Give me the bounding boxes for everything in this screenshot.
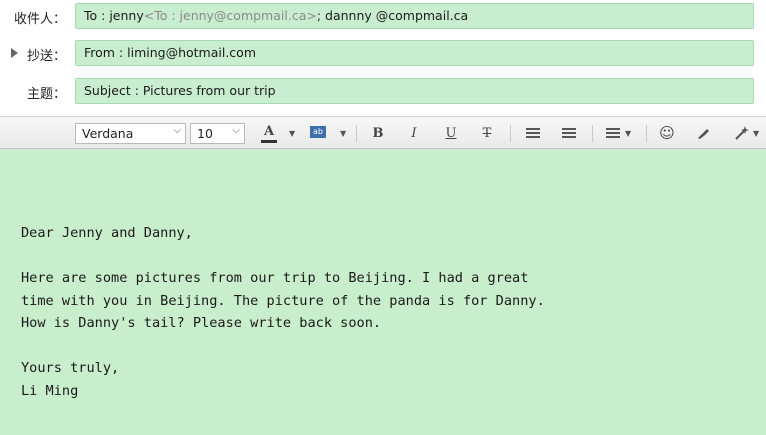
toolbar-divider — [356, 125, 357, 142]
to-dim-address: <To : jenny@compmail.ca> — [143, 8, 317, 23]
font-family-select[interactable]: Verdana ⌵ — [75, 123, 186, 144]
align-icon[interactable] — [606, 128, 620, 139]
align-dropdown-icon[interactable]: ▼ — [625, 124, 631, 143]
to-separator: ; — [316, 8, 326, 23]
font-color-button[interactable]: A — [261, 125, 277, 143]
toolbar-divider — [646, 125, 647, 142]
cc-label: 抄送： — [26, 49, 66, 64]
numbered-list-icon[interactable] — [562, 128, 576, 139]
subject-field[interactable]: Subject : Pictures from our trip — [75, 78, 754, 104]
bold-button[interactable]: B — [370, 124, 386, 143]
toolbar-divider — [592, 125, 593, 142]
bullet-list-icon[interactable] — [526, 128, 540, 139]
magic-wand-dropdown-icon[interactable]: ▼ — [753, 124, 759, 143]
cc-expand-icon[interactable] — [11, 48, 18, 58]
highlight-dropdown-icon[interactable]: ▼ — [340, 124, 346, 143]
chevron-down-icon: ⌵ — [232, 125, 240, 136]
to-label: 收件人： — [13, 12, 66, 27]
magic-wand-icon[interactable] — [734, 125, 750, 141]
body-line-2: time with you in Beijing. The picture of… — [21, 292, 545, 309]
subject-label: 主题： — [26, 87, 66, 102]
toolbar-divider — [510, 125, 511, 142]
highlight-button[interactable]: ab — [310, 126, 326, 138]
formatting-toolbar: Verdana ⌵ 10 ⌵ A ▼ ab ▼ B I U T ▼ ☺ ▼ — [0, 116, 766, 149]
stamp-icon[interactable] — [696, 126, 710, 140]
greeting-line: Dear Jenny and Danny, — [21, 225, 193, 241]
italic-button[interactable]: I — [406, 124, 422, 143]
font-color-dropdown-icon[interactable]: ▼ — [289, 124, 295, 143]
closing-line: Yours truly, — [21, 360, 120, 376]
signature-line: Li Ming — [21, 382, 79, 399]
to-field[interactable]: To : jenny<To : jenny@compmail.ca>; dann… — [75, 3, 754, 29]
body-line-1: Here are some pictures from our trip to … — [21, 270, 529, 286]
font-size-value: 10 — [197, 126, 213, 141]
to-second-address: dannny @compmail.ca — [325, 8, 469, 23]
body-line-3: How is Danny's tail? Please write back s… — [21, 315, 382, 331]
underline-button[interactable]: U — [443, 124, 459, 143]
font-family-value: Verdana — [82, 126, 134, 141]
cc-field[interactable]: From : liming@hotmail.com — [75, 40, 754, 66]
to-row: 收件人： To : jenny<To : jenny@compmail.ca>;… — [0, 3, 766, 29]
font-size-select[interactable]: 10 ⌵ — [190, 123, 245, 144]
subject-row: 主题： Subject : Pictures from our trip — [0, 78, 766, 104]
strikethrough-button[interactable]: T — [479, 124, 495, 143]
message-body-editor[interactable]: Dear Jenny and Danny, Here are some pict… — [0, 149, 766, 435]
emoji-icon[interactable]: ☺ — [659, 124, 675, 143]
to-prefix: To : jenny — [84, 8, 144, 23]
chevron-down-icon: ⌵ — [173, 125, 181, 136]
cc-row: 抄送： From : liming@hotmail.com — [0, 40, 766, 66]
message-text: Dear Jenny and Danny, Here are some pict… — [21, 222, 545, 402]
